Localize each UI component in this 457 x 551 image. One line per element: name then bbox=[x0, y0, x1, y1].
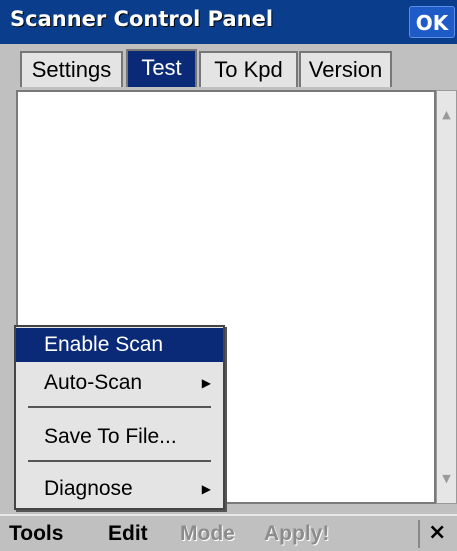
mode-menu-button: Mode bbox=[180, 522, 235, 545]
menu-item-save-to-file[interactable]: Save To File... bbox=[16, 420, 223, 454]
scroll-up-icon[interactable]: ▲ bbox=[437, 104, 456, 126]
tab-version[interactable]: Version bbox=[299, 51, 392, 87]
menu-item-label: Auto-Scan bbox=[44, 371, 143, 394]
command-bar-divider bbox=[418, 520, 420, 548]
command-bar: Tools Edit Mode Apply! × bbox=[0, 514, 457, 551]
tab-test[interactable]: Test bbox=[126, 49, 197, 87]
window-title: Scanner Control Panel bbox=[10, 7, 274, 31]
tools-menu-button[interactable]: Tools bbox=[9, 522, 63, 546]
scroll-down-icon[interactable]: ▼ bbox=[437, 468, 456, 490]
menu-item-enable-scan[interactable]: Enable Scan bbox=[16, 328, 223, 362]
vertical-scrollbar[interactable]: ▲ ▼ bbox=[436, 90, 457, 504]
menu-item-diagnose[interactable]: Diagnose ▶ bbox=[16, 472, 223, 506]
menu-separator bbox=[28, 406, 211, 408]
apply-button: Apply! bbox=[264, 522, 330, 545]
submenu-arrow-icon: ▶ bbox=[201, 482, 211, 496]
close-icon[interactable]: × bbox=[428, 520, 446, 545]
edit-menu-button[interactable]: Edit bbox=[108, 522, 148, 546]
menu-item-label: Save To File... bbox=[44, 425, 177, 448]
menu-item-auto-scan[interactable]: Auto-Scan ▶ bbox=[16, 366, 223, 400]
submenu-arrow-icon: ▶ bbox=[201, 376, 211, 390]
menu-separator bbox=[28, 460, 211, 462]
tab-to-kpd[interactable]: To Kpd bbox=[199, 51, 298, 87]
title-bar: Scanner Control Panel OK bbox=[0, 0, 457, 44]
tab-settings[interactable]: Settings bbox=[20, 51, 123, 87]
tab-strip: Settings Test To Kpd Version bbox=[0, 44, 457, 92]
ok-button[interactable]: OK bbox=[409, 6, 455, 38]
tools-menu: Enable Scan Auto-Scan ▶ Save To File... … bbox=[14, 325, 225, 510]
menu-item-label: Enable Scan bbox=[44, 333, 164, 356]
menu-item-label: Diagnose bbox=[44, 477, 133, 500]
